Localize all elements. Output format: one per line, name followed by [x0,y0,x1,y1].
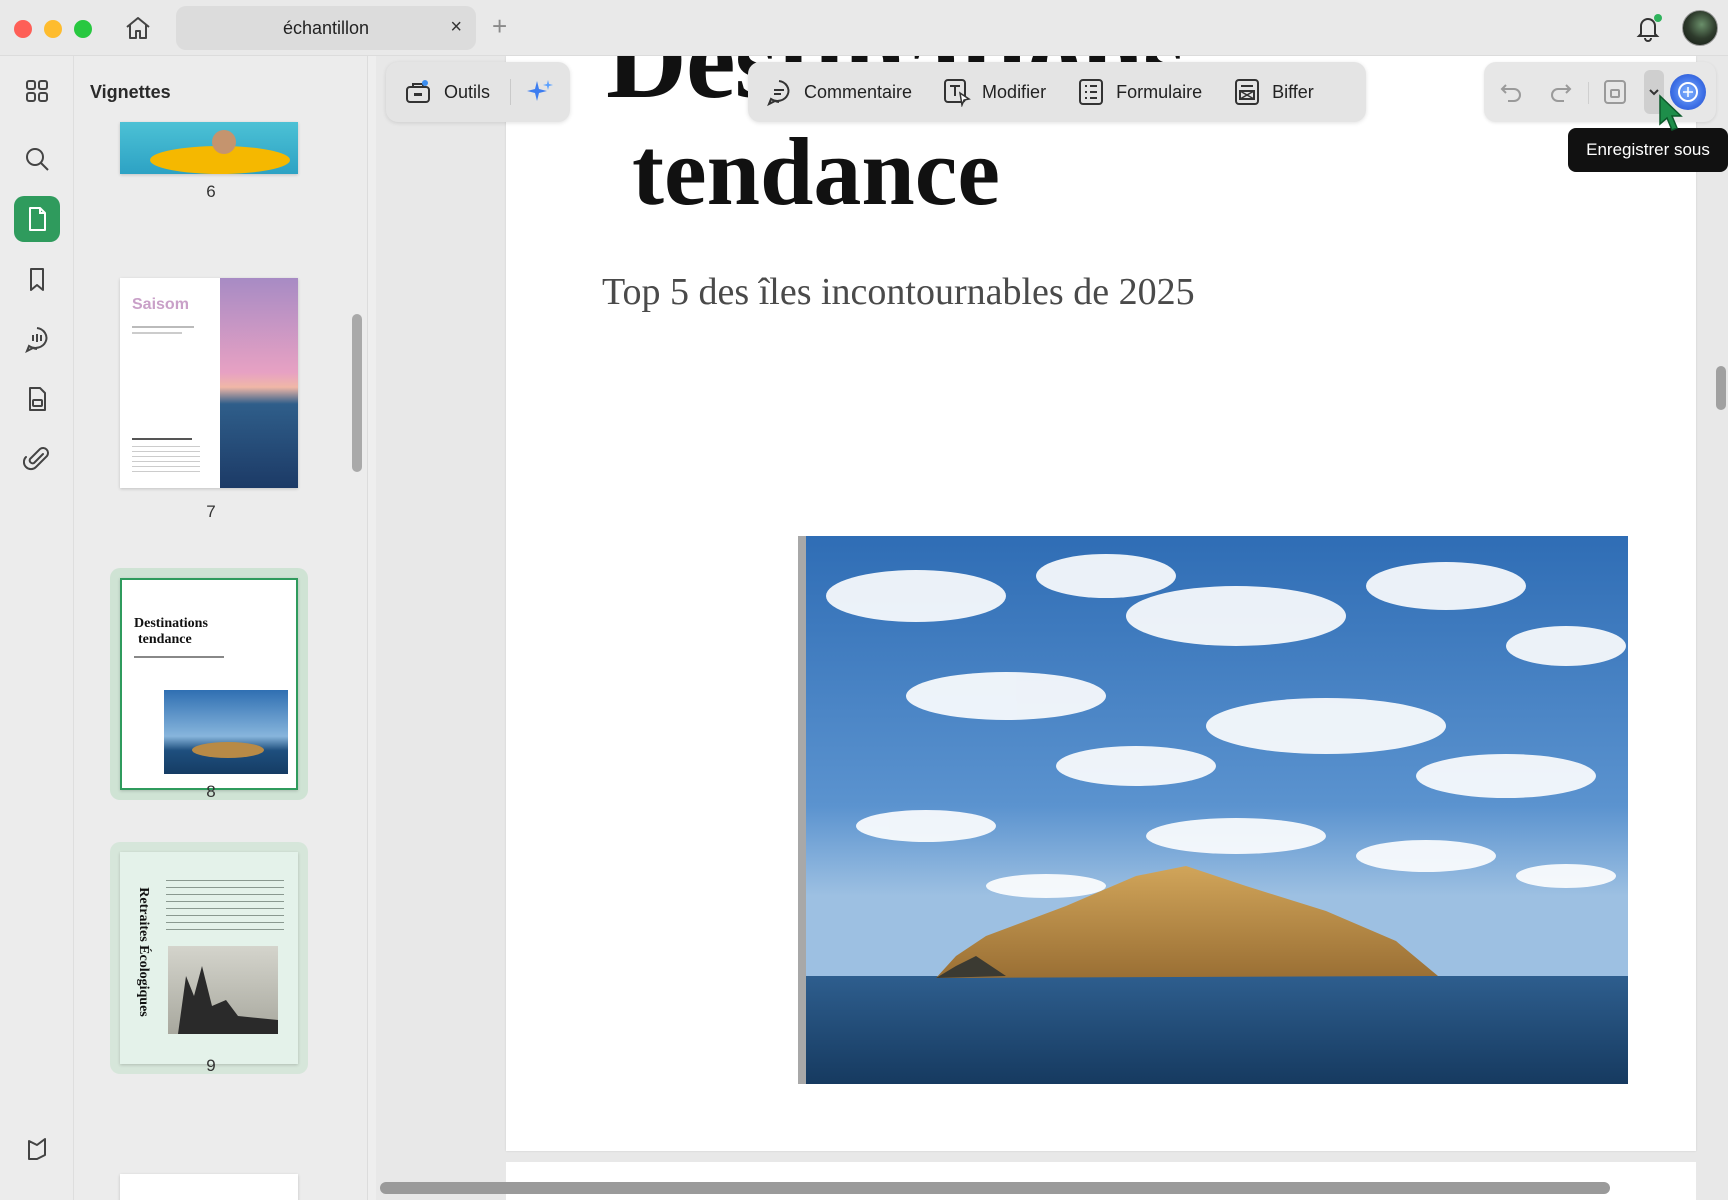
thumbnail-number: 7 [206,502,216,521]
save-as-tooltip: Enregistrer sous [1568,128,1728,172]
attachment-icon [23,447,49,471]
left-icon-rail [0,56,74,1200]
tab-title: échantillon [282,17,370,38]
thumbnail-number: 8 [206,782,216,801]
thumbnails-panel: Vignettes 6 Saisom 7 Destinations tendan… [74,56,368,1200]
pages-icon [29,207,46,231]
tools-group: Outils [386,62,570,122]
apps-grid-icon [26,80,48,102]
island-photo [798,536,1628,1084]
pages-button[interactable] [14,196,60,242]
comment-icon [767,80,790,107]
redo-button[interactable] [1546,77,1576,107]
form-tool-button[interactable]: Formulaire [1076,77,1202,107]
toolbar-divider [1588,82,1589,104]
thumbnail-page-10[interactable] [120,1174,298,1200]
thumbnails-title: Vignettes [90,82,171,102]
undo-button[interactable] [1496,77,1526,107]
new-tab-button[interactable]: + [492,12,507,40]
title-bar: échantillon × + [0,0,1728,56]
home-icon [126,17,150,39]
kayak-image [150,130,290,174]
ai-sparkle-icon[interactable] [525,77,555,107]
comment-tool-label: Commentaire [804,81,913,102]
attachments-button[interactable] [14,436,60,482]
comments-button[interactable] [14,316,60,362]
notification-dot [1654,14,1662,22]
thumbnails-scrollbar[interactable] [352,314,362,472]
island-photo-graphic [806,536,1628,1084]
sea-stacks-image [168,946,278,1034]
theme-button[interactable] [14,1126,60,1172]
horizontal-scrollbar[interactable] [380,1182,1610,1194]
redo-icon [1551,84,1572,102]
document-tab[interactable]: échantillon × [176,6,476,50]
document-title: tendance [632,118,1000,225]
toolbar-divider [510,79,512,105]
bookmarks-button[interactable] [14,256,60,302]
form-icon [1079,79,1104,105]
sunset-sea-image [220,278,298,488]
minimize-window-button[interactable] [44,20,62,38]
thumbnail-heading: Retraites Écologiques [136,887,151,1017]
tools-button[interactable]: Outils [444,82,490,103]
save-icon [1604,80,1626,104]
island-thumbnail-image [164,690,288,774]
undo-icon [1500,84,1521,102]
document-subtitle: Top 5 des îles incontournables de 2025 [602,271,1195,313]
thumbnail-page-9[interactable]: Retraites Écologiques [120,852,298,1064]
apps-grid-button[interactable] [14,68,60,114]
thumbnail-heading: Destinations [134,616,208,631]
thumbnail-number: 6 [206,182,216,201]
redact-icon [1235,79,1260,105]
edit-toolbar: Commentaire Modifier Formulaire Biffer [748,62,1366,122]
search-button[interactable] [14,136,60,182]
thumbnail-heading: tendance [138,632,192,647]
thumbnail-page-6[interactable] [120,122,298,174]
modify-tool-label: Modifier [982,81,1047,102]
redact-tool-button[interactable]: Biffer [1232,77,1314,107]
bookmark-icon [30,268,44,291]
home-button[interactable] [120,10,156,46]
tab-close-button[interactable]: × [450,16,462,39]
redact-tool-label: Biffer [1272,81,1314,102]
thumbnail-number: 9 [206,1056,216,1075]
avatar[interactable] [1682,10,1718,46]
app-window: échantillon × + Vignettes 6 Saisom 7 Des… [0,0,1728,1200]
modify-tool-button[interactable]: Modifier [942,77,1046,107]
stamp-button[interactable] [14,376,60,422]
thumbnail-heading: Saisom [132,296,189,313]
thumbnail-page-7[interactable]: Saisom [120,278,298,488]
edit-text-icon [944,79,971,107]
document-page: Destinations tendance Top 5 des îles inc… [506,56,1696,1151]
form-tool-label: Formulaire [1116,81,1203,102]
close-window-button[interactable] [14,20,32,38]
thumbnail-page-8[interactable]: Destinations tendance [120,578,298,790]
search-icon [26,148,49,171]
save-button[interactable] [1600,77,1630,107]
zoom-window-button[interactable] [74,20,92,38]
document-view: Destinations tendance Top 5 des îles inc… [376,56,1728,1200]
comments-icon [25,327,48,353]
vertical-scrollbar[interactable] [1716,366,1726,410]
stamp-icon [29,387,46,411]
mouse-cursor-icon [1659,94,1683,131]
toolbox-icon[interactable] [404,78,432,106]
next-page-edge [506,1162,1696,1200]
theme-icon [28,1138,46,1160]
comment-tool-button[interactable]: Commentaire [764,77,912,107]
